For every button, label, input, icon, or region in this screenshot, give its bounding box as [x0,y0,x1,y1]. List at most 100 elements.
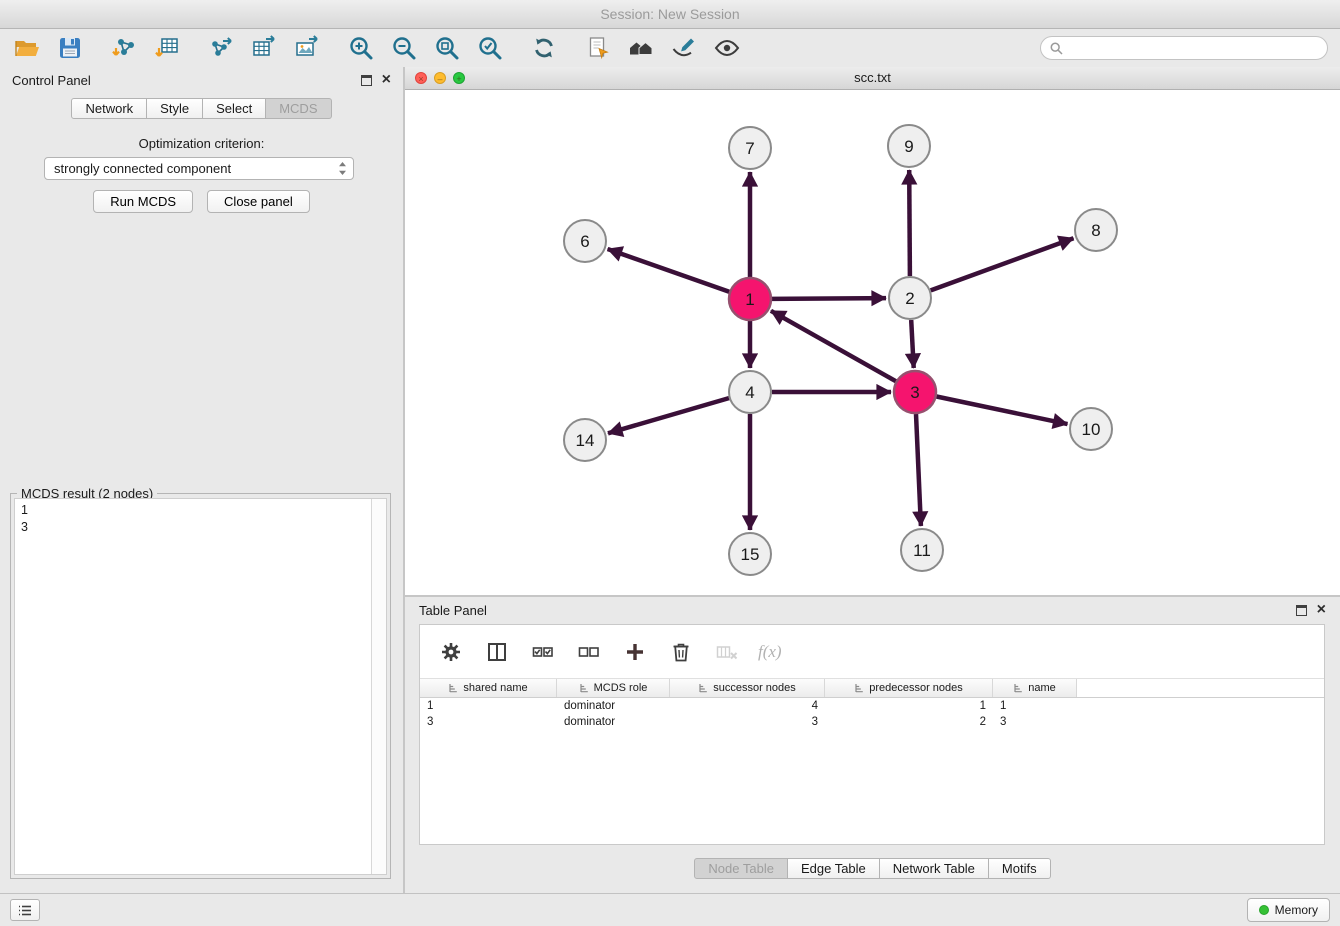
graph-node-4[interactable]: 4 [729,371,771,413]
search-field[interactable] [1040,36,1328,60]
cell-shared-name[interactable]: 1 [420,700,557,712]
cell-name[interactable]: 1 [993,700,1077,712]
close-panel-button[interactable]: Close panel [207,190,310,213]
export-network-button[interactable] [206,33,236,63]
table-row[interactable]: 3 dominator 3 2 3 [420,714,1324,730]
window-maximize-icon[interactable]: + [453,72,465,84]
graph-edge-1-6[interactable] [608,249,730,292]
zoom-selected-button[interactable] [475,33,505,63]
function-builder-button[interactable]: f(x) [758,642,782,662]
export-table-button[interactable] [249,33,279,63]
cell-name[interactable]: 3 [993,716,1077,728]
graph-node-15[interactable]: 15 [729,533,771,575]
node-label: 8 [1091,221,1100,240]
style-brush-button[interactable] [669,33,699,63]
tab-select[interactable]: Select [203,98,266,119]
optimization-criterion-label: Optimization criterion: [0,136,403,151]
mcds-result-text[interactable]: 1 3 [15,499,371,874]
optimization-criterion-select[interactable]: strongly connected component [44,157,354,180]
show-columns-button[interactable] [482,637,512,667]
window-minimize-icon[interactable]: – [434,72,446,84]
table-settings-button[interactable] [436,637,466,667]
search-icon [1050,42,1063,55]
node-label: 1 [745,290,754,309]
column-header-mcds-role[interactable]: MCDS role [557,679,670,697]
tab-motifs[interactable]: Motifs [989,858,1051,879]
graph-edge-2-3[interactable] [911,320,914,368]
float-table-panel-icon[interactable] [1296,605,1307,616]
import-table-icon [154,35,180,61]
tab-node-table[interactable]: Node Table [694,858,788,879]
tab-network[interactable]: Network [71,98,147,119]
zoom-out-button[interactable] [389,33,419,63]
select-all-button[interactable] [528,637,558,667]
graph-edge-2-9[interactable] [909,170,910,276]
tab-network-table[interactable]: Network Table [880,858,989,879]
cell-shared-name[interactable]: 3 [420,716,557,728]
export-image-button[interactable] [292,33,322,63]
graph-edge-4-14[interactable] [608,398,729,433]
search-input[interactable] [1069,40,1318,56]
zoom-fit-button[interactable] [432,33,462,63]
cell-mcds-role[interactable]: dominator [557,716,670,728]
zoom-in-button[interactable] [346,33,376,63]
open-session-button[interactable] [12,33,42,63]
graph-node-1[interactable]: 1 [729,278,771,320]
save-session-button[interactable] [55,33,85,63]
network-view-window: × – + scc.txt 7968124310141511 [405,67,1340,595]
column-header-shared-name[interactable]: shared name [420,679,557,697]
refresh-layout-icon [531,35,557,61]
column-header-successor-nodes[interactable]: successor nodes [670,679,825,697]
graph-node-10[interactable]: 10 [1070,408,1112,450]
cell-successor-nodes[interactable]: 3 [670,716,825,728]
cell-successor-nodes[interactable]: 4 [670,700,825,712]
graph-node-2[interactable]: 2 [889,277,931,319]
delete-column-button[interactable] [666,637,696,667]
graph-edge-3-1[interactable] [771,311,896,381]
column-header-predecessor-nodes[interactable]: predecessor nodes [825,679,993,697]
result-scrollbar[interactable] [371,499,386,874]
graph-edge-1-2[interactable] [772,298,886,299]
graph-node-6[interactable]: 6 [564,220,606,262]
refresh-layout-button[interactable] [529,33,559,63]
eye-button[interactable] [712,33,742,63]
close-table-panel-icon[interactable]: × [1317,603,1326,617]
tab-mcds[interactable]: MCDS [266,98,331,119]
graph-edge-3-10[interactable] [937,397,1068,425]
cell-predecessor-nodes[interactable]: 1 [825,700,993,712]
import-network-button[interactable] [109,33,139,63]
window-close-icon[interactable]: × [415,72,427,84]
cell-mcds-role[interactable]: dominator [557,700,670,712]
tab-edge-table[interactable]: Edge Table [788,858,880,879]
graph-node-9[interactable]: 9 [888,125,930,167]
column-tree-icon [854,683,865,694]
deselect-all-button[interactable] [574,637,604,667]
column-header-name[interactable]: name [993,679,1077,697]
delete-table-button[interactable] [712,637,742,667]
open-session-icon [14,35,40,61]
graph-node-8[interactable]: 8 [1075,209,1117,251]
add-column-button[interactable] [620,637,650,667]
graph-edge-3-11[interactable] [916,414,921,526]
control-panel-tabs: Network Style Select MCDS [0,98,403,119]
network-canvas[interactable]: 7 9 6 8 1 2 4 3 10 14 15 11 [405,90,1340,596]
tab-style[interactable]: Style [147,98,203,119]
cell-predecessor-nodes[interactable]: 2 [825,716,993,728]
main-toolbar [0,29,1340,68]
graph-node-3[interactable]: 3 [894,371,936,413]
close-panel-icon[interactable]: × [382,73,391,87]
graph-node-14[interactable]: 14 [564,419,606,461]
graph-edge-2-8[interactable] [931,238,1074,290]
select-all-icon [532,641,554,663]
import-table-button[interactable] [152,33,182,63]
graph-node-7[interactable]: 7 [729,127,771,169]
export-image-icon [294,35,320,61]
panel-menu-button[interactable] [10,899,40,921]
float-panel-icon[interactable] [361,75,372,86]
memory-button[interactable]: Memory [1247,898,1330,922]
run-mcds-button[interactable]: Run MCDS [93,190,193,213]
document-button[interactable] [583,33,613,63]
table-row[interactable]: 1 dominator 4 1 1 [420,698,1324,714]
home-network-button[interactable] [626,33,656,63]
graph-node-11[interactable]: 11 [901,529,943,571]
